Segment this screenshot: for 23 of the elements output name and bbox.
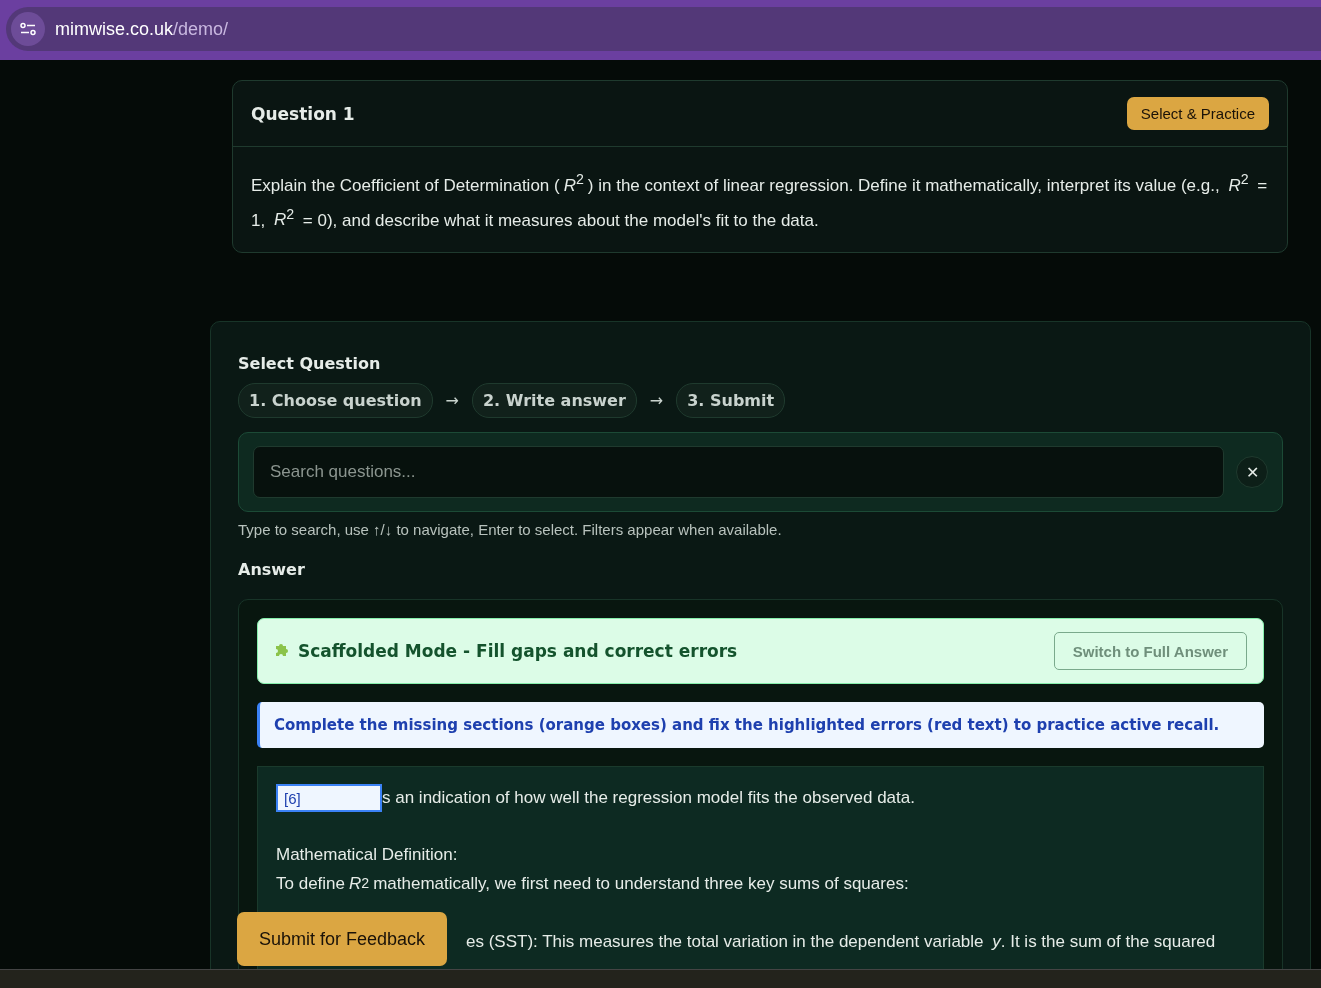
- question-title: Question 1: [251, 103, 355, 124]
- mode-title: Scaffolded Mode - Fill gaps and correct errors: [298, 641, 739, 662]
- step-pill: 1. Choose question: [238, 383, 433, 419]
- arrow-separator: →: [444, 391, 460, 411]
- site-settings-icon[interactable]: [11, 12, 45, 46]
- search-hint: Type to search, use ↑/↓ to navigate, Enter to select. Filters appear when available.: [238, 521, 783, 539]
- section-heading: Select Question: [238, 354, 382, 374]
- step-pill: 3. Submit: [676, 383, 786, 419]
- question-text: Explain the Coefficient of Determination (R$^{2}$) in the context of linear regression. Define it mathematically, interpret its value (e.g., R$^{2}$ = 1, R$^{2}$ = 0), and describe what it measures about the model's fit to the data.: [250, 170, 1269, 232]
- answer-text: Mathematical Definition:: [276, 844, 459, 867]
- instruction-note: Complete the missing sections (orange boxes) and fix the highlighted errors (red text) to practice active recall.: [257, 702, 1264, 749]
- fill-in-field[interactable]: [6]: [276, 784, 382, 813]
- search-field[interactable]: Search questions...: [253, 446, 1224, 499]
- arrow-separator: →: [648, 391, 665, 411]
- address-bar[interactable]: mimwise.co.uk/demo/: [6, 7, 1321, 51]
- section-heading: Answer: [238, 560, 306, 580]
- answer-text: s an indication of how well the regression model fits the observed data.: [382, 788, 915, 809]
- submit-button[interactable]: Submit for Feedback: [237, 912, 448, 966]
- url-text: mimwise.co.uk/demo/: [55, 18, 229, 40]
- answer-text: es (SST): This measures the total variation in the dependent variable y. It is the sum of the squared: [466, 931, 1217, 954]
- step-pill: 2. Write answer: [472, 383, 637, 419]
- clear-button[interactable]: ✕: [1236, 456, 1268, 489]
- select-practice-button[interactable]: Select & Practice: [1126, 97, 1269, 130]
